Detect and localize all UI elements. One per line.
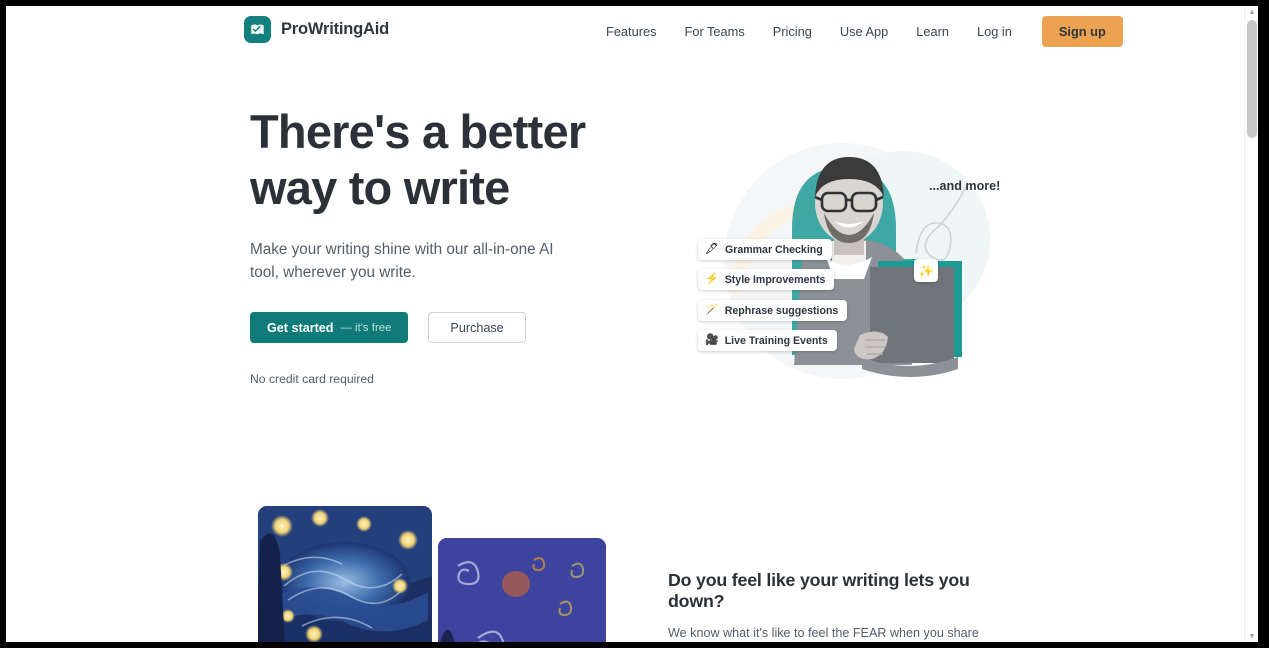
scrollbar-thumb[interactable] xyxy=(1247,20,1257,138)
feature-chip-label: Style Improvements xyxy=(724,273,826,286)
writing-lets-you-down-section: Do you feel like your writing lets you d… xyxy=(668,570,1018,642)
hero-section: There's a better way to write Make your … xyxy=(250,104,650,386)
feature-chip-label: Rephrase suggestions xyxy=(724,304,839,317)
feature-chip-grammar-checking: 🖋 Grammar Checking xyxy=(698,239,832,260)
vertical-scrollbar[interactable]: ▲ ▼ xyxy=(1244,6,1258,642)
feature-chip-live-training-events: 🎥 Live Training Events xyxy=(698,330,837,351)
open-book-check-icon xyxy=(244,16,271,43)
fountain-pen-icon: 🖋 xyxy=(705,243,719,255)
scroll-up-arrow-icon[interactable]: ▲ xyxy=(1245,6,1258,18)
sketch-version-card xyxy=(438,538,606,642)
sign-up-button[interactable]: Sign up xyxy=(1041,15,1123,47)
purchase-button[interactable]: Purchase xyxy=(428,312,526,343)
brand-logo-link[interactable]: ProWritingAid xyxy=(244,16,389,43)
hero-subtitle: Make your writing shine with our all-in-… xyxy=(250,241,554,281)
page-viewport: ProWritingAid Features For Teams Pricing… xyxy=(6,6,1258,642)
nav-link-log-in[interactable]: Log in xyxy=(963,24,1026,39)
nav-link-pricing[interactable]: Pricing xyxy=(759,24,826,39)
nav-link-use-app[interactable]: Use App xyxy=(826,24,902,39)
get-started-note: — it's free xyxy=(340,321,392,334)
feature-chip-rephrase-suggestions: 🪄 Rephrase suggestions xyxy=(698,300,848,321)
nav-link-for-teams[interactable]: For Teams xyxy=(671,24,759,39)
feature-chip-label: Grammar Checking xyxy=(724,243,823,256)
feature-chip-style-improvements: ⚡ Style Improvements xyxy=(698,269,835,290)
page-content: ProWritingAid Features For Teams Pricing… xyxy=(6,6,1244,642)
get-started-button[interactable]: Get started — it's free xyxy=(250,312,409,343)
feature-chip-label: Live Training Events xyxy=(724,334,828,347)
magic-wand-icon: 🪄 xyxy=(705,304,719,316)
site-header: ProWritingAid Features For Teams Pricing… xyxy=(6,6,1244,56)
browser-window: ProWritingAid Features For Teams Pricing… xyxy=(0,0,1269,648)
hero-illustration: 🖋 Grammar Checking ⚡ Style Improvements … xyxy=(674,111,1014,396)
and-more-label: ...and more! xyxy=(929,179,1001,193)
no-credit-card-note: No credit card required xyxy=(250,372,374,386)
hero-cta-group: Get started — it's free Purchase xyxy=(250,312,650,343)
hero-title: There's a better way to write xyxy=(250,105,586,214)
nav-link-learn[interactable]: Learn xyxy=(902,24,963,39)
nav-link-features[interactable]: Features xyxy=(606,24,671,39)
section-title: Do you feel like your writing lets you d… xyxy=(668,570,970,611)
section-body: We know what it's like to feel the FEAR … xyxy=(668,626,979,640)
lightning-bolt-icon: ⚡ xyxy=(705,273,719,285)
brand-name: ProWritingAid xyxy=(281,20,390,38)
get-started-label: Get started xyxy=(267,320,334,335)
starry-night-painting-card: My idea in my head xyxy=(258,506,432,642)
sparkle-icon: ✨ xyxy=(914,259,938,282)
scroll-down-arrow-icon[interactable]: ▼ xyxy=(1245,630,1258,642)
video-camera-icon: 🎥 xyxy=(705,334,719,346)
main-navigation: Features For Teams Pricing Use App Learn… xyxy=(606,6,1123,56)
